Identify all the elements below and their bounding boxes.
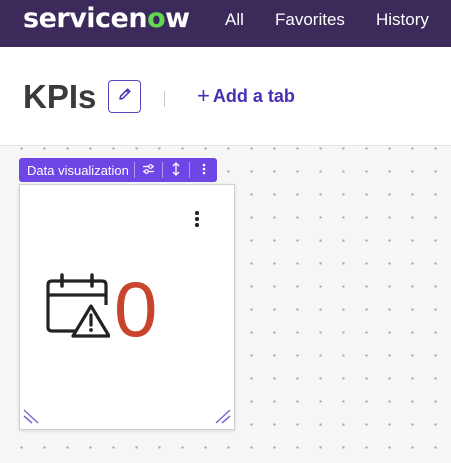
widget-more-button[interactable] <box>190 158 217 182</box>
edit-title-button[interactable] <box>108 80 141 113</box>
widget-toolbar: Data visualization <box>19 158 217 182</box>
widget-type-label[interactable]: Data visualization <box>19 163 134 178</box>
resize-handle-bottom-right[interactable] <box>213 408 231 429</box>
nav-all[interactable]: All <box>225 10 244 30</box>
logo-o-mark: o <box>147 3 166 34</box>
sliders-icon <box>142 163 155 178</box>
top-nav: servicenow All Favorites History <box>0 0 451 47</box>
logo-text-part: servicen <box>23 3 148 34</box>
kpi-value: 0 <box>114 265 158 353</box>
logo-text-part: w <box>165 3 190 34</box>
card-menu-icon[interactable] <box>191 209 203 229</box>
calendar-warning-icon <box>44 273 111 344</box>
nav-favorites[interactable]: Favorites <box>275 10 345 30</box>
pencil-icon <box>117 86 133 107</box>
widget-resize-height-button[interactable] <box>163 158 190 182</box>
header-divider <box>164 91 165 107</box>
page-header: KPIs + Add a tab <box>0 47 451 146</box>
page-title: KPIs <box>23 78 97 115</box>
add-tab-button[interactable]: + Add a tab <box>197 85 295 107</box>
nav-history[interactable]: History <box>376 10 429 30</box>
add-tab-label: Add a tab <box>212 86 295 106</box>
resize-handle-bottom-left[interactable] <box>23 408 41 429</box>
plus-icon: + <box>197 83 210 108</box>
kpi-widget-card[interactable]: 0 <box>19 184 235 430</box>
vertical-arrows-icon <box>171 161 181 179</box>
more-vertical-icon <box>202 163 206 178</box>
widget-settings-button[interactable] <box>135 158 162 182</box>
servicenow-logo[interactable]: servicenow <box>23 2 190 36</box>
